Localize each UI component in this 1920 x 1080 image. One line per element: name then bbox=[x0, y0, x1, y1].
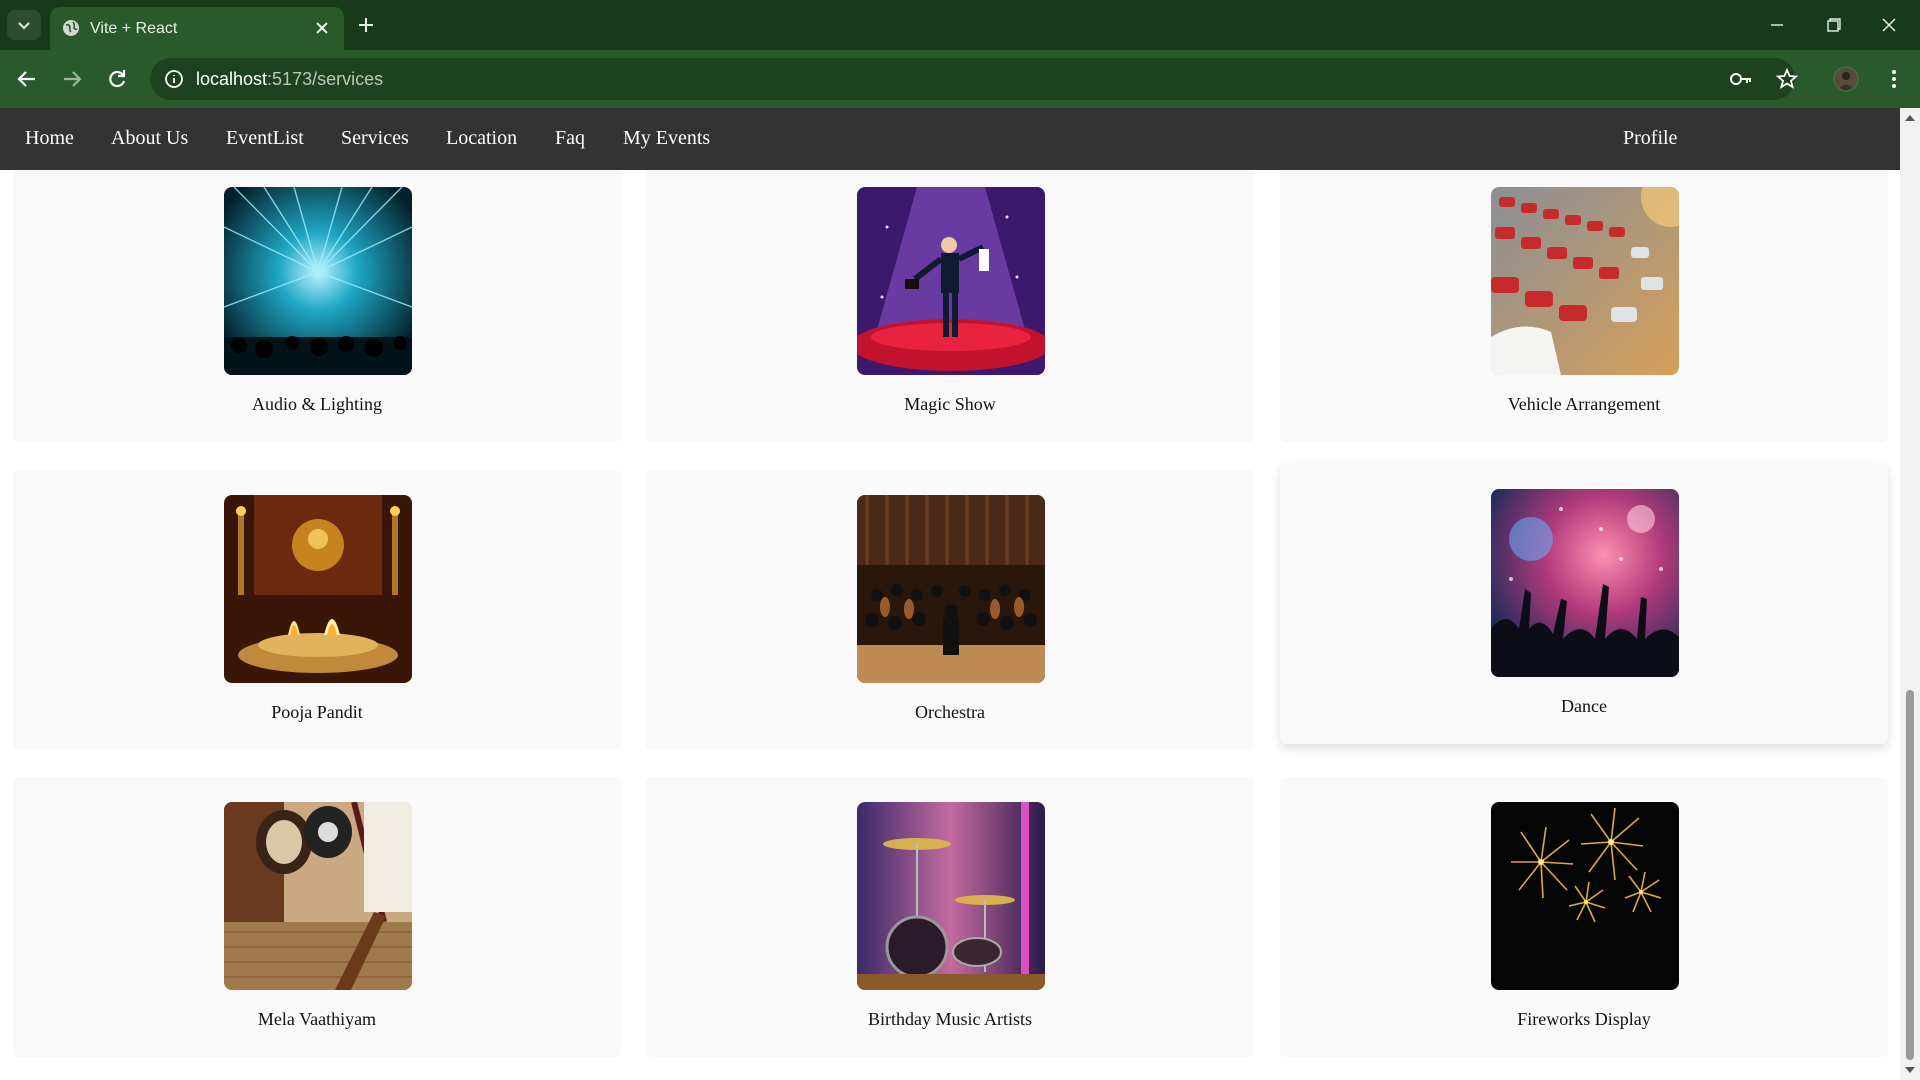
service-name: Vehicle Arrangement bbox=[1507, 394, 1661, 414]
person-icon bbox=[1835, 68, 1857, 90]
concert-lights-image bbox=[224, 187, 412, 375]
close-icon[interactable] bbox=[310, 16, 334, 40]
url-text[interactable]: localhost:5173/services bbox=[196, 69, 383, 90]
service-name: Dance bbox=[1561, 696, 1607, 716]
nav-eventlist[interactable]: EventList bbox=[226, 127, 304, 150]
services-grid: Audio & Lighting Magic Show Vehicle Arra… bbox=[0, 170, 1900, 1080]
profile-avatar[interactable] bbox=[1833, 66, 1859, 92]
service-card[interactable]: Magic Show bbox=[646, 170, 1254, 442]
password-key-icon[interactable] bbox=[1728, 67, 1754, 91]
nav-profile[interactable]: Profile bbox=[1623, 127, 1677, 150]
service-name: Fireworks Display bbox=[1517, 1009, 1651, 1029]
browser-toolbar: localhost:5173/services bbox=[0, 50, 1920, 108]
restore-icon[interactable] bbox=[1810, 10, 1856, 40]
address-bar[interactable]: localhost:5173/services bbox=[150, 58, 1799, 100]
service-card[interactable]: Pooja Pandit bbox=[13, 470, 621, 750]
orchestra-image bbox=[857, 495, 1045, 683]
service-card[interactable]: Fireworks Display bbox=[1280, 777, 1888, 1057]
url-path: :5173/services bbox=[267, 69, 384, 89]
new-tab-icon[interactable] bbox=[352, 11, 380, 39]
site-navbar: Home About Us EventList Services Locatio… bbox=[0, 108, 1900, 170]
scrollbar-thumb[interactable] bbox=[1906, 690, 1914, 1060]
magician-image bbox=[857, 187, 1045, 375]
scroll-up-arrow-icon[interactable] bbox=[1904, 114, 1916, 122]
service-card[interactable]: Orchestra bbox=[646, 470, 1254, 750]
service-card[interactable]: Birthday Music Artists bbox=[646, 777, 1254, 1057]
service-name: Orchestra bbox=[915, 702, 985, 722]
service-name: Magic Show bbox=[904, 394, 996, 414]
forward-arrow-icon[interactable] bbox=[54, 61, 90, 97]
service-name: Audio & Lighting bbox=[252, 394, 382, 414]
nav-my-events[interactable]: My Events bbox=[623, 127, 710, 150]
minimize-icon[interactable] bbox=[1754, 10, 1800, 40]
tab-title: Vite + React bbox=[90, 20, 178, 37]
drum-kit-image bbox=[857, 802, 1045, 990]
page-scrollbar[interactable] bbox=[1900, 108, 1920, 1080]
service-name: Birthday Music Artists bbox=[867, 1009, 1032, 1029]
nav-about-us[interactable]: About Us bbox=[111, 127, 188, 150]
fireworks-image bbox=[1491, 802, 1679, 990]
nav-home[interactable]: Home bbox=[25, 127, 74, 150]
drums-image bbox=[224, 802, 412, 990]
service-card[interactable]: Dance bbox=[1280, 464, 1888, 744]
bookmark-star-icon[interactable] bbox=[1774, 67, 1800, 91]
globe-icon bbox=[63, 20, 79, 36]
nav-faq[interactable]: Faq bbox=[555, 127, 585, 150]
back-arrow-icon[interactable] bbox=[9, 61, 45, 97]
service-name: Mela Vaathiyam bbox=[257, 1009, 377, 1029]
site-info-icon[interactable] bbox=[162, 67, 186, 91]
more-menu-icon[interactable] bbox=[1880, 65, 1908, 93]
tab-search-button[interactable] bbox=[7, 10, 41, 40]
oil-lamps-image bbox=[224, 495, 412, 683]
nav-location[interactable]: Location bbox=[446, 127, 517, 150]
dance-crowd-image bbox=[1491, 489, 1679, 677]
service-name: Pooja Pandit bbox=[271, 702, 363, 722]
browser-tab[interactable]: Vite + React bbox=[50, 7, 344, 50]
browser-tabstrip: Vite + React bbox=[0, 0, 1920, 50]
url-host: localhost bbox=[196, 69, 268, 89]
service-card[interactable]: Mela Vaathiyam bbox=[13, 777, 621, 1057]
window-close-icon[interactable] bbox=[1866, 10, 1912, 40]
nav-services[interactable]: Services bbox=[341, 127, 409, 150]
reload-icon[interactable] bbox=[99, 61, 135, 97]
chevron-down-icon bbox=[18, 22, 30, 30]
service-card[interactable]: Vehicle Arrangement bbox=[1280, 170, 1888, 442]
service-card[interactable]: Audio & Lighting bbox=[13, 170, 621, 442]
parked-cars-image bbox=[1491, 187, 1679, 375]
scroll-down-arrow-icon[interactable] bbox=[1904, 1066, 1916, 1074]
